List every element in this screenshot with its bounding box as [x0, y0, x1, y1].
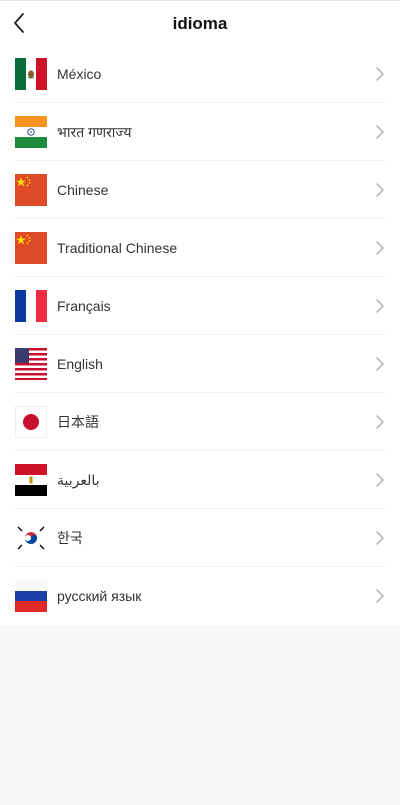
language-item-france[interactable]: Français — [0, 277, 400, 335]
chevron-right-icon — [376, 589, 384, 603]
language-item-chinese[interactable]: Chinese — [0, 161, 400, 219]
korea-flag-icon — [15, 522, 47, 554]
russia-flag-icon — [15, 580, 47, 612]
usa-flag-icon — [15, 348, 47, 380]
egypt-flag-icon — [15, 464, 47, 496]
language-label: भारत गणराज्य — [57, 124, 132, 140]
india-flag-icon — [15, 116, 47, 148]
language-item-india[interactable]: भारत गणराज्य — [0, 103, 400, 161]
mexico-flag-icon — [15, 58, 47, 90]
language-item-japanese[interactable]: 日本語 — [0, 393, 400, 451]
chevron-right-icon — [376, 241, 384, 255]
language-label: 한국 — [57, 530, 83, 546]
page-title: idioma — [172, 14, 228, 33]
language-label: Traditional Chinese — [57, 240, 178, 256]
chevron-right-icon — [376, 473, 384, 487]
language-label: English — [57, 356, 103, 372]
japan-flag-icon — [15, 406, 47, 438]
language-label: México — [57, 66, 102, 82]
chevron-right-icon — [376, 415, 384, 429]
language-label: русский язык — [57, 588, 142, 604]
top-nav-bar: idioma — [0, 0, 400, 45]
language-label: Français — [57, 298, 111, 314]
language-label: بالعربية — [57, 472, 100, 488]
language-label: Chinese — [57, 182, 109, 198]
chevron-right-icon — [376, 67, 384, 81]
language-item-korean[interactable]: 한국 — [0, 509, 400, 567]
chevron-right-icon — [376, 299, 384, 313]
language-item-traditional-chinese[interactable]: Traditional Chinese — [0, 219, 400, 277]
language-item-arabic[interactable]: بالعربية — [0, 451, 400, 509]
language-list: México भारत गणराज्य Chinese Traditional … — [0, 45, 400, 625]
language-label: 日本語 — [57, 414, 99, 430]
chevron-right-icon — [376, 531, 384, 545]
france-flag-icon — [15, 290, 47, 322]
language-item-russian[interactable]: русский язык — [0, 567, 400, 625]
china-flag-icon — [15, 174, 47, 206]
language-item-mexico[interactable]: México — [0, 45, 400, 103]
chevron-right-icon — [376, 125, 384, 139]
chevron-right-icon — [376, 357, 384, 371]
language-item-english[interactable]: English — [0, 335, 400, 393]
chevron-right-icon — [376, 183, 384, 197]
china-flag-icon — [15, 232, 47, 264]
